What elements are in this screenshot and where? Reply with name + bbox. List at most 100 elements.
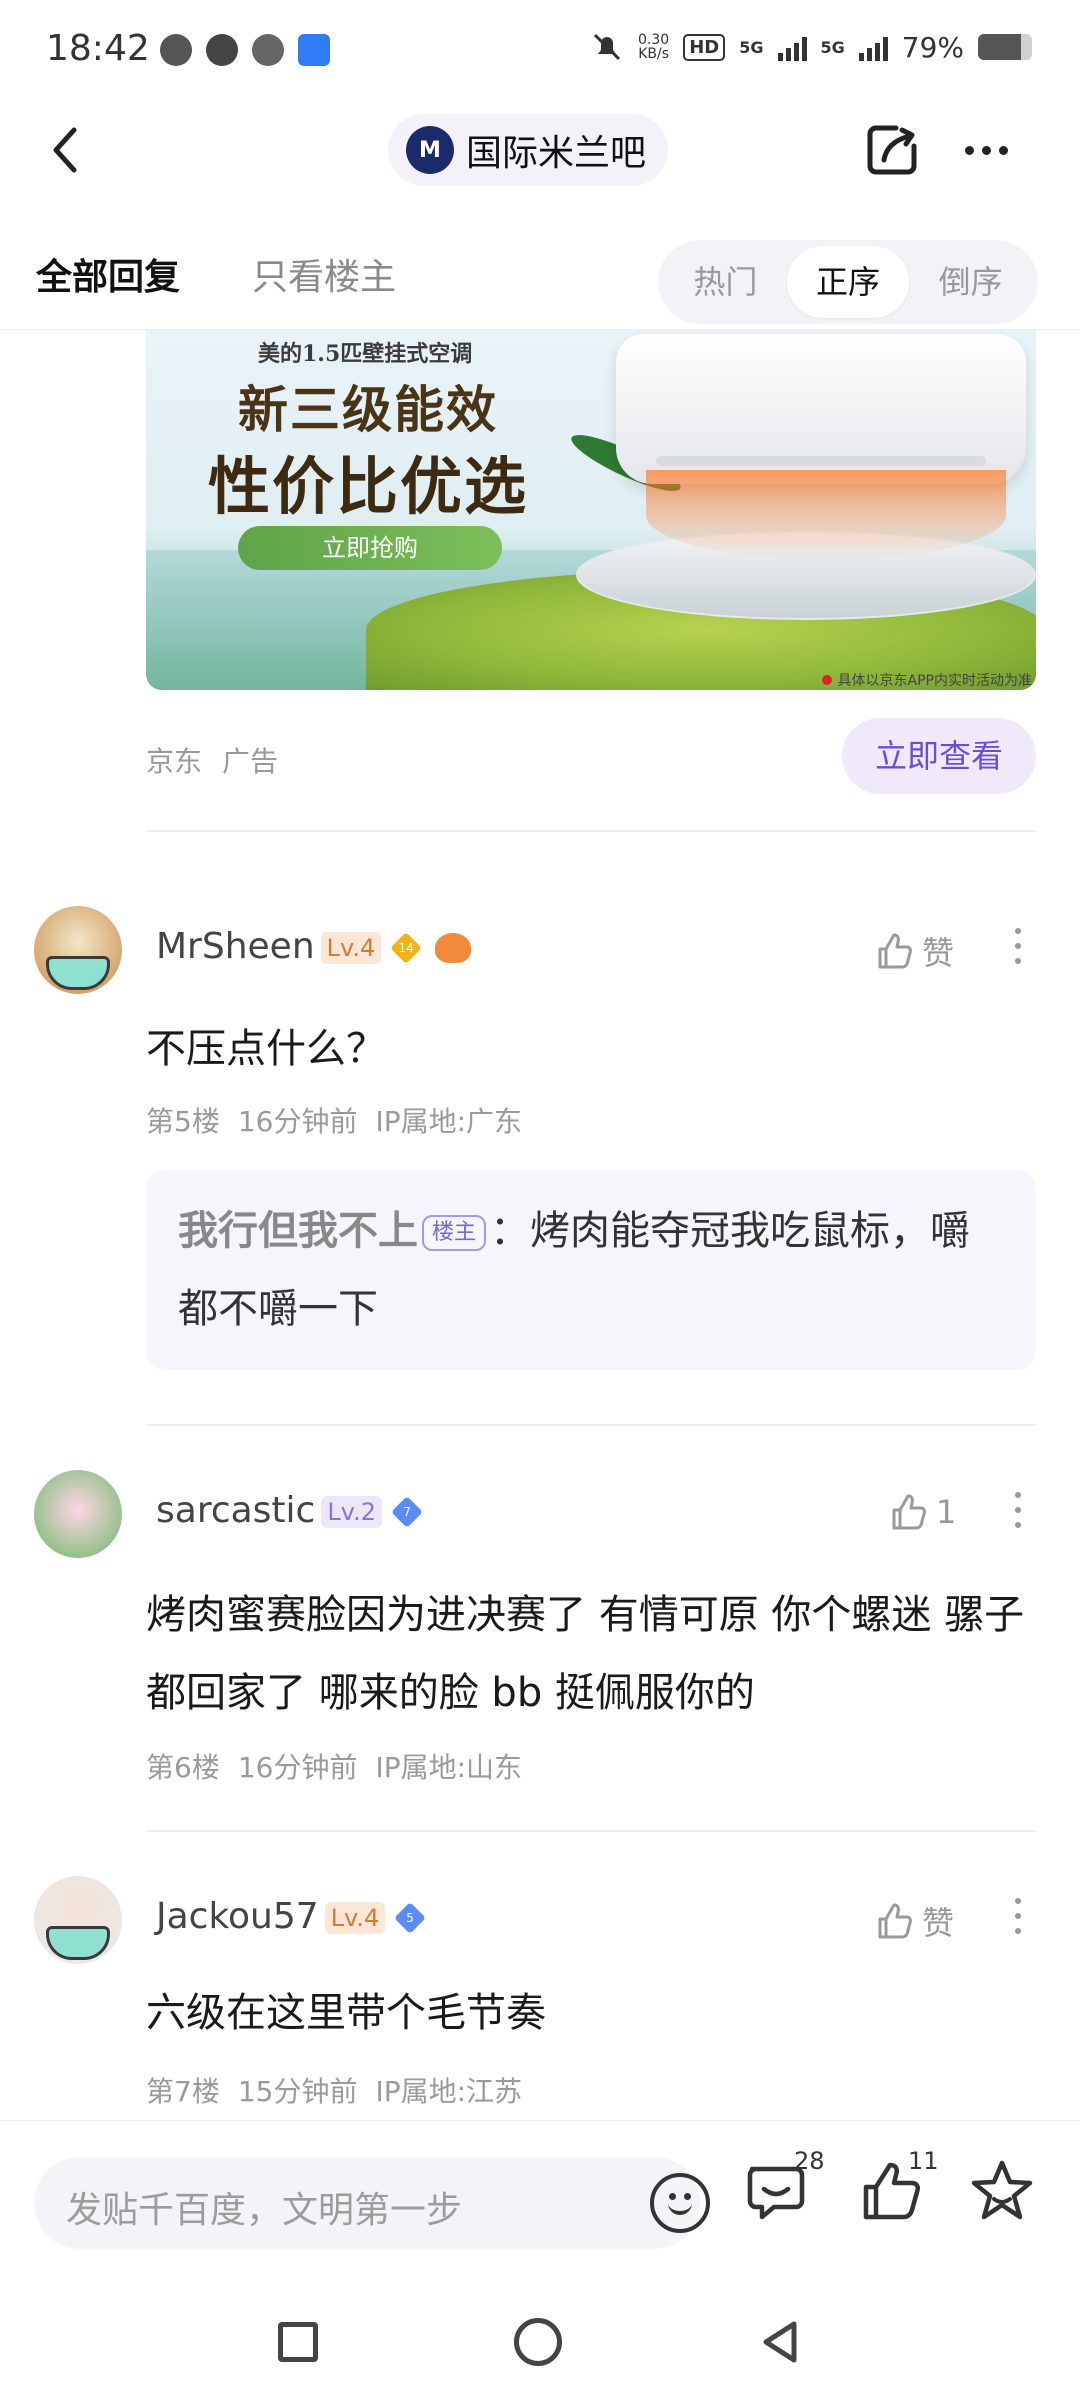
post-username[interactable]: sarcastic Lv.2 7 [156,1490,423,1531]
bottom-action-bar: 发贴千百度，文明第一步 28 11 [0,2120,1080,2290]
recents-icon[interactable] [278,2322,318,2362]
top-nav-bar: M 国际米兰吧 [0,100,1080,200]
battery-icon [978,34,1032,60]
timer-notification-icon [206,34,238,66]
ad-banner[interactable]: 美的1.5匹壁挂式空调 新三级能效 性价比优选 立即抢购 具体以京东APP内实时… [146,330,1036,690]
home-icon[interactable] [514,2318,562,2366]
like-button[interactable]: 赞 [874,1898,954,1944]
post-username[interactable]: Jackou57 Lv.4 5 [156,1896,427,1937]
ad-headline-2: 性价比优选 [208,450,529,523]
level-badge: Lv.4 [320,932,382,964]
thumbs-up-icon [878,933,912,969]
divider [146,1830,1036,1832]
app-notification-icon [298,34,330,66]
post-content: 不压点什么？ [146,1026,386,1072]
level-badge: Lv.2 [321,1496,382,1528]
favorite-star-icon[interactable] [966,2155,1038,2227]
post-meta: 第6楼 16分钟前 IP属地:山东 [146,1746,522,1786]
emoji-icon[interactable] [650,2173,710,2233]
avatar[interactable] [34,906,122,994]
ip-location: IP属地:广东 [375,1105,523,1138]
settings-notification-icon [252,34,284,66]
floor-number: 第7楼 [146,2075,220,2108]
net-speed: 0.30 KB/s [638,33,669,61]
forum-title-pill[interactable]: M 国际米兰吧 [388,114,669,186]
ad-meta: 京东 广告 [146,740,278,780]
divider [146,1424,1036,1426]
gem-badge-icon: 7 [391,1496,423,1528]
post-time: 15分钟前 [237,2075,358,2108]
tab-all-replies[interactable]: 全部回复 [36,248,180,300]
sort-toggle: 热门 正序 倒序 [658,240,1038,324]
sort-ascending[interactable]: 正序 [786,246,910,318]
reply-input-placeholder: 发贴千百度，文明第一步 [66,2190,463,2231]
face-mask-decoration [46,1926,110,1960]
sub-reply-box[interactable]: 我行但我不上 楼主 ：烤肉能夺冠我吃鼠标，嚼都不嚼一下 [146,1170,1036,1370]
air-conditioner-image [616,334,1026,484]
ip-location: IP属地:山东 [375,1751,523,1784]
face-mask-decoration [46,956,110,990]
ad-product-name: 美的1.5匹壁挂式空调 [258,341,473,367]
signal-label-2: 5G [820,37,845,57]
like-count: 11 [908,2147,939,2175]
back-arrow-icon[interactable] [40,122,96,178]
more-options-icon[interactable] [956,120,1016,180]
post-more-icon[interactable] [1012,1898,1024,1934]
username-text: MrSheen [156,926,315,967]
username-text: Jackou57 [156,1896,319,1937]
net-speed-value: 0.30 [638,32,670,48]
ad-source: 京东 [146,745,203,778]
comment-count: 28 [794,2147,825,2175]
post-meta: 第5楼 16分钟前 IP属地:广东 [146,1100,522,1140]
gem-badge-icon: 5 [394,1902,427,1934]
post-time: 16分钟前 [237,1751,358,1784]
system-back-icon[interactable] [756,2318,804,2366]
gem-badge-icon: 14 [390,932,423,964]
floor-number: 第6楼 [146,1751,220,1784]
like-button[interactable]: 赞 [874,928,954,974]
ad-heat-glow [646,470,1006,560]
ad-view-button[interactable]: 立即查看 [842,718,1036,794]
like-label: 赞 [922,934,955,972]
reply-input[interactable]: 发贴千百度，文明第一步 [34,2157,710,2249]
post-username[interactable]: MrSheen Lv.4 14 [156,926,472,967]
thumbs-up-icon [892,1494,926,1530]
sort-descending[interactable]: 倒序 [909,246,1032,318]
avatar[interactable] [34,1470,122,1558]
tab-op-only[interactable]: 只看楼主 [252,248,396,300]
share-icon[interactable] [862,120,922,180]
status-time: 18:42 [46,28,150,69]
post-content: 六级在这里带个毛节奏 [146,1990,546,2036]
battery-fill [978,34,1021,60]
signal-bars-1 [777,33,807,61]
sort-hot[interactable]: 热门 [664,246,787,318]
op-badge: 楼主 [422,1215,487,1251]
post-more-icon[interactable] [1012,928,1024,964]
post-content: 烤肉蜜赛脸因为进决赛了 有情可原 你个螺迷 骡子都回家了 哪来的脸 bb 挺佩服… [146,1592,1025,1716]
battery-text: 79% [901,30,964,64]
username-text: sarcastic [156,1490,316,1531]
status-bar: 18:42 0.30 KB/s HD 5G 5G 79% [0,0,1080,100]
divider [146,830,1036,832]
ad-buy-now-button[interactable]: 立即抢购 [238,526,502,570]
net-speed-unit: KB/s [638,46,670,62]
reply-filter-bar: 全部回复 只看楼主 热门 正序 倒序 [0,220,1080,330]
post-more-icon[interactable] [1012,1492,1024,1528]
status-right: 0.30 KB/s HD 5G 5G 79% [590,30,1032,64]
system-nav-bar [0,2290,1080,2400]
like-button[interactable]: 1 [888,1492,956,1532]
post-time: 16分钟前 [237,1105,358,1138]
mute-bell-icon [593,33,621,61]
sub-reply-author[interactable]: 我行但我不上 [178,1208,418,1254]
hd-badge: HD [683,33,726,61]
ip-location: IP属地:江苏 [375,2075,523,2108]
like-count: 1 [936,1493,957,1531]
avatar[interactable] [34,1876,122,1964]
like-label: 赞 [922,1904,955,1942]
ad-disclaimer: 具体以京东APP内实时活动为准 [822,670,1032,690]
sub-reply-separator: ： [490,1208,531,1254]
floor-number: 第5楼 [146,1105,220,1138]
fan-badge-icon [435,933,472,963]
signal-label-1: 5G [739,37,764,57]
signal-bars-2 [858,33,888,61]
